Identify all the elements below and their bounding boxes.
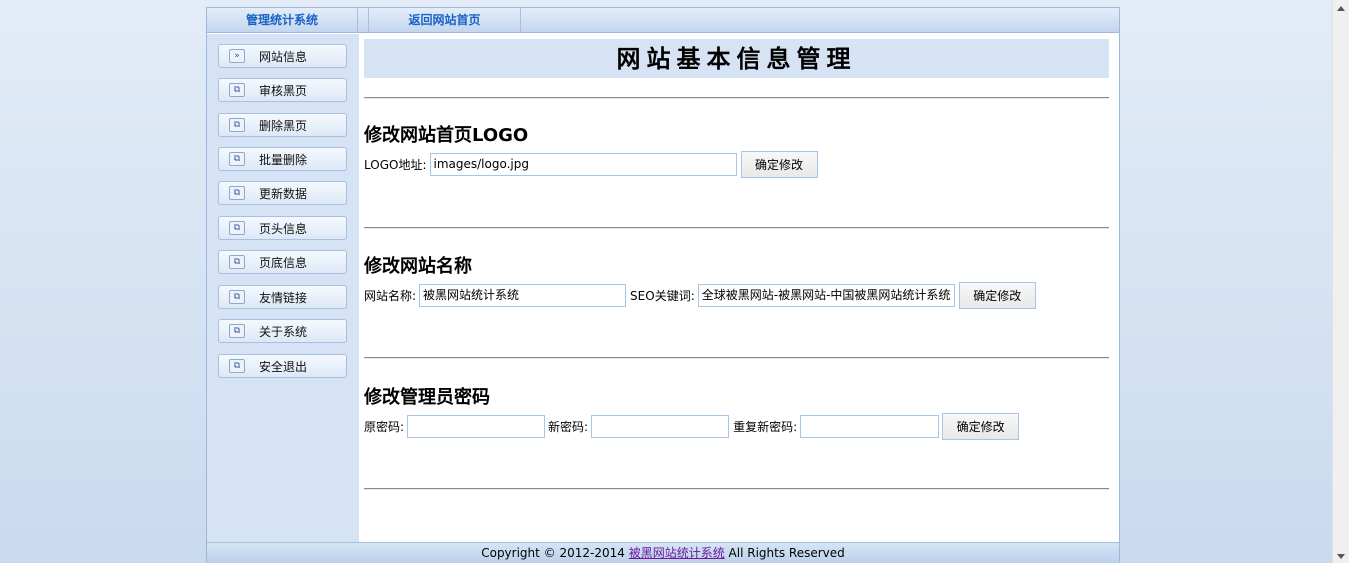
scroll-up-arrow-icon[interactable]	[1337, 6, 1345, 11]
sidebar-item-label: 删除黑页	[259, 118, 308, 133]
footer: Copyright © 2012-2014 被黑网站统计系统 All Right…	[207, 542, 1119, 563]
sidebar-item-label: 更新数据	[259, 186, 308, 201]
sidebar-item-label: 页底信息	[259, 255, 308, 270]
name-section-title: 修改网站名称	[364, 256, 472, 277]
logo-address-input[interactable]: images/logo.jpg	[429, 153, 737, 176]
divider	[364, 97, 1109, 99]
divider	[364, 227, 1109, 229]
new-password-input[interactable]	[591, 415, 730, 438]
sidebar-item-label: 友情链接	[259, 290, 308, 305]
name-form-row: 网站名称: 被黑网站统计系统 SEO关键词: 全球被黑网站-被黑网站-中国被黑网…	[364, 282, 1036, 309]
sidebar-item-review[interactable]: ⧉ 审核黑页	[218, 78, 347, 102]
divider	[364, 357, 1109, 359]
repeat-password-label: 重复新密码:	[733, 420, 798, 434]
window-icon: ⧉	[229, 152, 245, 166]
sidebar-item-label: 关于系统	[259, 324, 308, 339]
sidebar-item-delete[interactable]: ⧉ 删除黑页	[218, 113, 347, 137]
window-icon: ⧉	[229, 324, 245, 338]
password-section-title: 修改管理员密码	[364, 387, 490, 408]
main-content: 网站基本信息管理 修改网站首页LOGO LOGO地址: images/logo.…	[364, 39, 1109, 490]
logo-address-label: LOGO地址:	[364, 158, 427, 172]
window-icon: ⧉	[229, 290, 245, 304]
double-chevron-icon: »	[229, 49, 245, 63]
footer-copyright-suffix: All Rights Reserved	[724, 546, 845, 560]
top-navigation: 管理统计系统 返回网站首页	[207, 8, 1119, 33]
footer-copyright-prefix: Copyright © 2012-2014	[481, 546, 629, 560]
new-password-label: 新密码:	[548, 420, 589, 434]
sidebar-item-label: 审核黑页	[259, 83, 308, 98]
window-icon: ⧉	[229, 255, 245, 269]
page-title: 网站基本信息管理	[364, 39, 1109, 78]
page-scrollbar[interactable]	[1332, 0, 1349, 563]
window-icon: ⧉	[229, 186, 245, 200]
window-icon: ⧉	[229, 221, 245, 235]
sidebar-item-logout[interactable]: ⧉ 安全退出	[218, 354, 347, 378]
tab-admin-system[interactable]: 管理统计系统	[207, 8, 358, 33]
sidebar-item-label: 安全退出	[259, 359, 308, 374]
site-name-label: 网站名称:	[364, 289, 417, 303]
sidebar-item-label: 页头信息	[259, 221, 308, 236]
sidebar-item-header-info[interactable]: ⧉ 页头信息	[218, 216, 347, 240]
window-icon: ⧉	[229, 359, 245, 373]
sidebar-item-label: 批量删除	[259, 152, 308, 167]
password-confirm-button[interactable]: 确定修改	[942, 413, 1020, 440]
logo-form-row: LOGO地址: images/logo.jpg 确定修改	[364, 151, 818, 178]
scroll-down-arrow-icon[interactable]	[1337, 554, 1345, 559]
nav-divider	[358, 8, 369, 32]
old-password-label: 原密码:	[364, 420, 405, 434]
footer-site-link[interactable]: 被黑网站统计系统	[629, 546, 725, 560]
sidebar-item-footer-info[interactable]: ⧉ 页底信息	[218, 250, 347, 274]
sidebar-item-about[interactable]: ⧉ 关于系统	[218, 319, 347, 343]
name-confirm-button[interactable]: 确定修改	[958, 282, 1036, 309]
sidebar: » 网站信息 ⧉ 审核黑页 ⧉ 删除黑页 ⧉ 批量删除 ⧉ 更新数据 ⧉ 页头信…	[207, 34, 359, 542]
password-form-row: 原密码: 新密码: 重复新密码: 确定修改	[364, 413, 1020, 440]
site-name-input[interactable]: 被黑网站统计系统	[419, 284, 627, 307]
sidebar-item-update-data[interactable]: ⧉ 更新数据	[218, 181, 347, 205]
logo-confirm-button[interactable]: 确定修改	[740, 151, 818, 178]
seo-keywords-label: SEO关键词:	[630, 289, 695, 303]
window-icon: ⧉	[229, 83, 245, 97]
admin-frame: 管理统计系统 返回网站首页 » 网站信息 ⧉ 审核黑页 ⧉ 删除黑页 ⧉ 批量删…	[206, 7, 1120, 563]
old-password-input[interactable]	[407, 415, 546, 438]
sidebar-item-label: 网站信息	[259, 49, 308, 64]
window-icon: ⧉	[229, 118, 245, 132]
divider	[364, 488, 1109, 490]
sidebar-item-batch-delete[interactable]: ⧉ 批量删除	[218, 147, 347, 171]
repeat-password-input[interactable]	[800, 415, 940, 438]
tab-return-home[interactable]: 返回网站首页	[369, 8, 521, 33]
seo-keywords-input[interactable]: 全球被黑网站-被黑网站-中国被黑网站统计系统	[697, 284, 955, 307]
logo-section-title: 修改网站首页LOGO	[364, 125, 529, 146]
sidebar-item-site-info[interactable]: » 网站信息	[218, 44, 347, 68]
sidebar-item-friend-links[interactable]: ⧉ 友情链接	[218, 285, 347, 309]
